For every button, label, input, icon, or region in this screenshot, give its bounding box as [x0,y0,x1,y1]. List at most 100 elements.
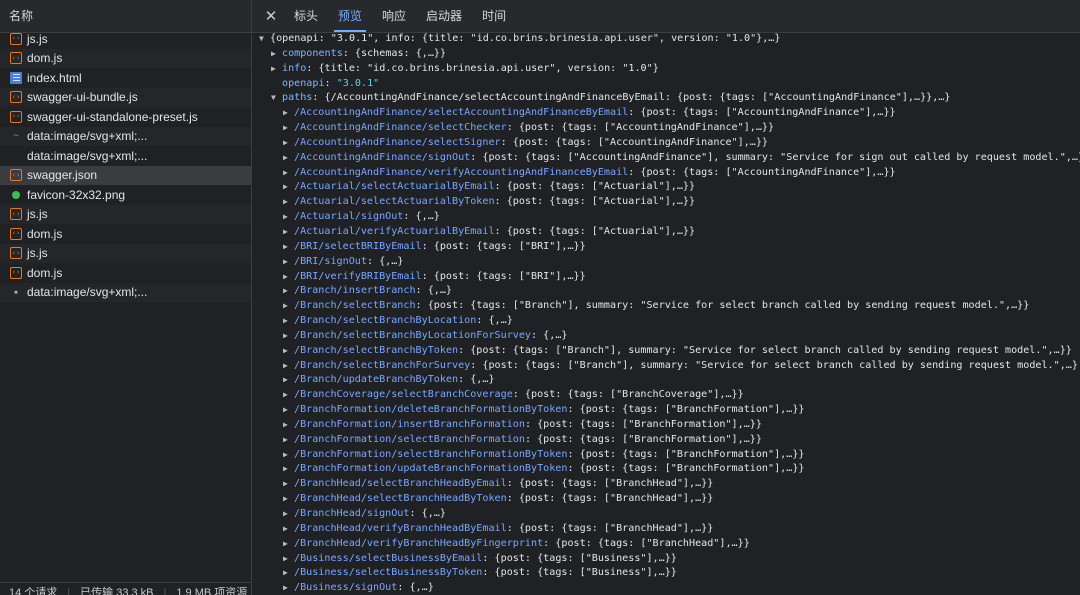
request-row[interactable]: favicon-32x32.png [0,185,251,205]
request-name: data:image/svg+xml;... [27,285,148,300]
json-path-line[interactable]: ▶/Branch/updateBranchByToken: {,…} [252,373,1080,388]
json-path-line[interactable]: ▶/AccountingAndFinance/verifyAccountingA… [252,166,1080,181]
collapsed-triangle-icon[interactable]: ▶ [283,552,294,567]
collapsed-triangle-icon[interactable]: ▶ [283,581,294,595]
request-row[interactable]: ‹› dom.js [0,224,251,244]
expanded-triangle-icon[interactable]: ▼ [271,91,282,106]
json-path-line[interactable]: ▶/BranchFormation/selectBranchFormationB… [252,448,1080,463]
collapsed-triangle-icon[interactable]: ▶ [283,344,294,359]
json-path-line[interactable]: ▶/BranchFormation/insertBranchFormation:… [252,418,1080,433]
collapsed-triangle-icon[interactable]: ▶ [283,240,294,255]
json-path-line[interactable]: ▶/BranchHead/signOut: {,…} [252,507,1080,522]
json-path-line[interactable]: ▶/Actuarial/verifyActuarialByEmail: {pos… [252,225,1080,240]
collapsed-triangle-icon[interactable]: ▶ [283,225,294,240]
collapsed-triangle-icon[interactable]: ▶ [283,492,294,507]
json-path-value: : {,…} [409,508,446,519]
json-path-line[interactable]: ▶/AccountingAndFinance/selectChecker: {p… [252,121,1080,136]
json-path-line[interactable]: ▶/Business/selectBusinessByEmail: {post:… [252,552,1080,567]
json-path-line[interactable]: ▶/Branch/selectBranch: {post: {tags: ["B… [252,299,1080,314]
collapsed-triangle-icon[interactable]: ▶ [271,47,282,62]
request-row[interactable]: data:image/svg+xml;... [0,146,251,166]
json-path-line[interactable]: ▶/BranchFormation/deleteBranchFormationB… [252,403,1080,418]
json-path-line[interactable]: ▶/Branch/selectBranchByToken: {post: {ta… [252,344,1080,359]
json-path-line[interactable]: ▶/AccountingAndFinance/signOut: {post: {… [252,151,1080,166]
json-path-line[interactable]: ▶/Branch/selectBranchByLocationForSurvey… [252,329,1080,344]
request-row[interactable]: ~ data:image/svg+xml;... [0,126,251,146]
collapsed-triangle-icon[interactable]: ▶ [283,166,294,181]
request-row[interactable]: ‹› js.js [0,243,251,263]
json-path-line[interactable]: ▶/Business/signOut: {,…} [252,581,1080,595]
json-path-line[interactable]: ▶/Branch/insertBranch: {,…} [252,284,1080,299]
request-row[interactable]: ‹› swagger.json [0,165,251,185]
request-row[interactable]: index.html [0,68,251,88]
expanded-triangle-icon[interactable]: ▼ [259,32,270,47]
json-path-line[interactable]: ▶/Actuarial/selectActuarialByToken: {pos… [252,195,1080,210]
json-path-line[interactable]: ▶/Actuarial/signOut: {,…} [252,210,1080,225]
json-components-line[interactable]: ▶ components: {schemas: {,…}} [252,47,1080,62]
request-row[interactable]: ‹› js.js [0,204,251,224]
json-path-line[interactable]: ▶/BranchFormation/selectBranchFormation:… [252,433,1080,448]
transferred-size: 已传输 33.3 kB [80,587,154,595]
collapsed-triangle-icon[interactable]: ▶ [283,136,294,151]
json-path-value: : {,…} [397,582,434,594]
json-path-line[interactable]: ▶/Actuarial/selectActuarialByEmail: {pos… [252,180,1080,195]
collapsed-triangle-icon[interactable]: ▶ [283,359,294,374]
collapsed-triangle-icon[interactable]: ▶ [283,106,294,121]
collapsed-triangle-icon[interactable]: ▶ [283,284,294,299]
request-row[interactable]: ‹› js.js [0,29,251,49]
json-path-line[interactable]: ▶/BranchCoverage/selectBranchCoverage: {… [252,388,1080,403]
collapsed-triangle-icon[interactable]: ▶ [283,121,294,136]
collapsed-triangle-icon[interactable]: ▶ [283,180,294,195]
close-icon[interactable]: ✕ [258,7,284,25]
json-path-line[interactable]: ▶/BRI/signOut: {,…} [252,255,1080,270]
json-path-value: : {post: {tags: ["BranchHead"],…}} [506,522,714,534]
json-path-line[interactable]: ▶/BRI/selectBRIByEmail: {post: {tags: ["… [252,240,1080,255]
collapsed-triangle-icon[interactable]: ▶ [283,403,294,418]
json-path-line[interactable]: ▶/BranchHead/selectBranchHeadByToken: {p… [252,492,1080,507]
json-path-line[interactable]: ▶/BranchFormation/updateBranchFormationB… [252,462,1080,477]
request-row[interactable]: ▪ data:image/svg+xml;... [0,282,251,302]
request-row[interactable]: ‹› swagger-ui-bundle.js [0,87,251,107]
tab-headers[interactable]: 标头 [284,0,328,32]
collapsed-triangle-icon[interactable]: ▶ [283,418,294,433]
json-path-key: /AccountingAndFinance/selectAccountingAn… [294,107,629,119]
json-path-line[interactable]: ▶/AccountingAndFinance/selectAccountingA… [252,106,1080,121]
collapsed-triangle-icon[interactable]: ▶ [283,388,294,403]
request-row[interactable]: ‹› swagger-ui-standalone-preset.js [0,107,251,127]
collapsed-triangle-icon[interactable]: ▶ [283,522,294,537]
json-path-line[interactable]: ▶/BranchHead/verifyBranchHeadByEmail: {p… [252,522,1080,537]
request-row[interactable]: ‹› dom.js [0,48,251,68]
json-path-line[interactable]: ▶/Branch/selectBranchByLocation: {,…} [252,314,1080,329]
collapsed-triangle-icon[interactable]: ▶ [283,462,294,477]
tab-preview[interactable]: 预览 [328,0,372,32]
collapsed-triangle-icon[interactable]: ▶ [283,270,294,285]
collapsed-triangle-icon[interactable]: ▶ [283,255,294,270]
collapsed-triangle-icon[interactable]: ▶ [283,299,294,314]
collapsed-triangle-icon[interactable]: ▶ [283,537,294,552]
request-row[interactable]: ‹› dom.js [0,263,251,283]
collapsed-triangle-icon[interactable]: ▶ [271,62,282,77]
collapsed-triangle-icon[interactable]: ▶ [283,314,294,329]
collapsed-triangle-icon[interactable]: ▶ [283,329,294,344]
collapsed-triangle-icon[interactable]: ▶ [283,373,294,388]
collapsed-triangle-icon[interactable]: ▶ [283,151,294,166]
json-paths-line[interactable]: ▼ paths: {/AccountingAndFinance/selectAcc… [252,91,1080,106]
collapsed-triangle-icon[interactable]: ▶ [283,477,294,492]
collapsed-triangle-icon[interactable]: ▶ [283,448,294,463]
collapsed-triangle-icon[interactable]: ▶ [283,566,294,581]
tab-timing[interactable]: 时间 [472,0,516,32]
json-path-line[interactable]: ▶/Branch/selectBranchForSurvey: {post: {… [252,359,1080,374]
json-path-line[interactable]: ▶/AccountingAndFinance/selectSigner: {po… [252,136,1080,151]
json-path-line[interactable]: ▶/Business/selectBusinessByToken: {post:… [252,566,1080,581]
json-info-line[interactable]: ▶ info: {title: "id.co.brins.brinesia.api… [252,62,1080,77]
collapsed-triangle-icon[interactable]: ▶ [283,507,294,522]
tab-response[interactable]: 响应 [372,0,416,32]
collapsed-triangle-icon[interactable]: ▶ [283,433,294,448]
json-path-line[interactable]: ▶/BranchHead/selectBranchHeadByEmail: {p… [252,477,1080,492]
json-path-line[interactable]: ▶/BranchHead/verifyBranchHeadByFingerpri… [252,537,1080,552]
collapsed-triangle-icon[interactable]: ▶ [283,195,294,210]
json-root-line[interactable]: ▼ {openapi: "3.0.1", info: {title: "id.co… [252,32,1080,47]
collapsed-triangle-icon[interactable]: ▶ [283,210,294,225]
json-path-line[interactable]: ▶/BRI/verifyBRIByEmail: {post: {tags: ["… [252,270,1080,285]
tab-initiator[interactable]: 启动器 [416,0,472,32]
